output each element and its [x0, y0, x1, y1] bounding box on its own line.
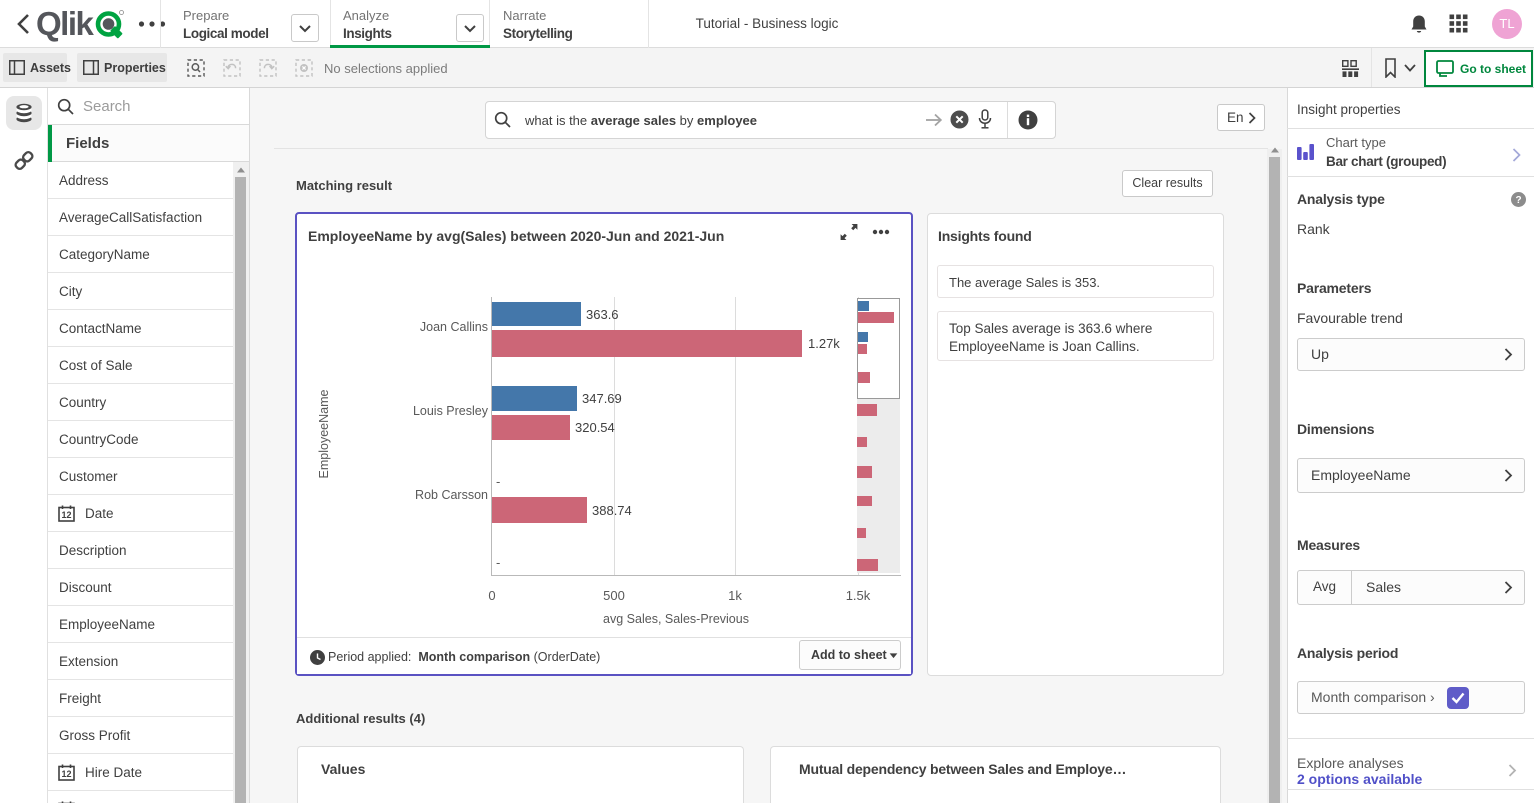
svg-text:12: 12	[61, 510, 71, 520]
svg-text:12: 12	[61, 769, 71, 779]
svg-text:?: ?	[1515, 195, 1521, 206]
